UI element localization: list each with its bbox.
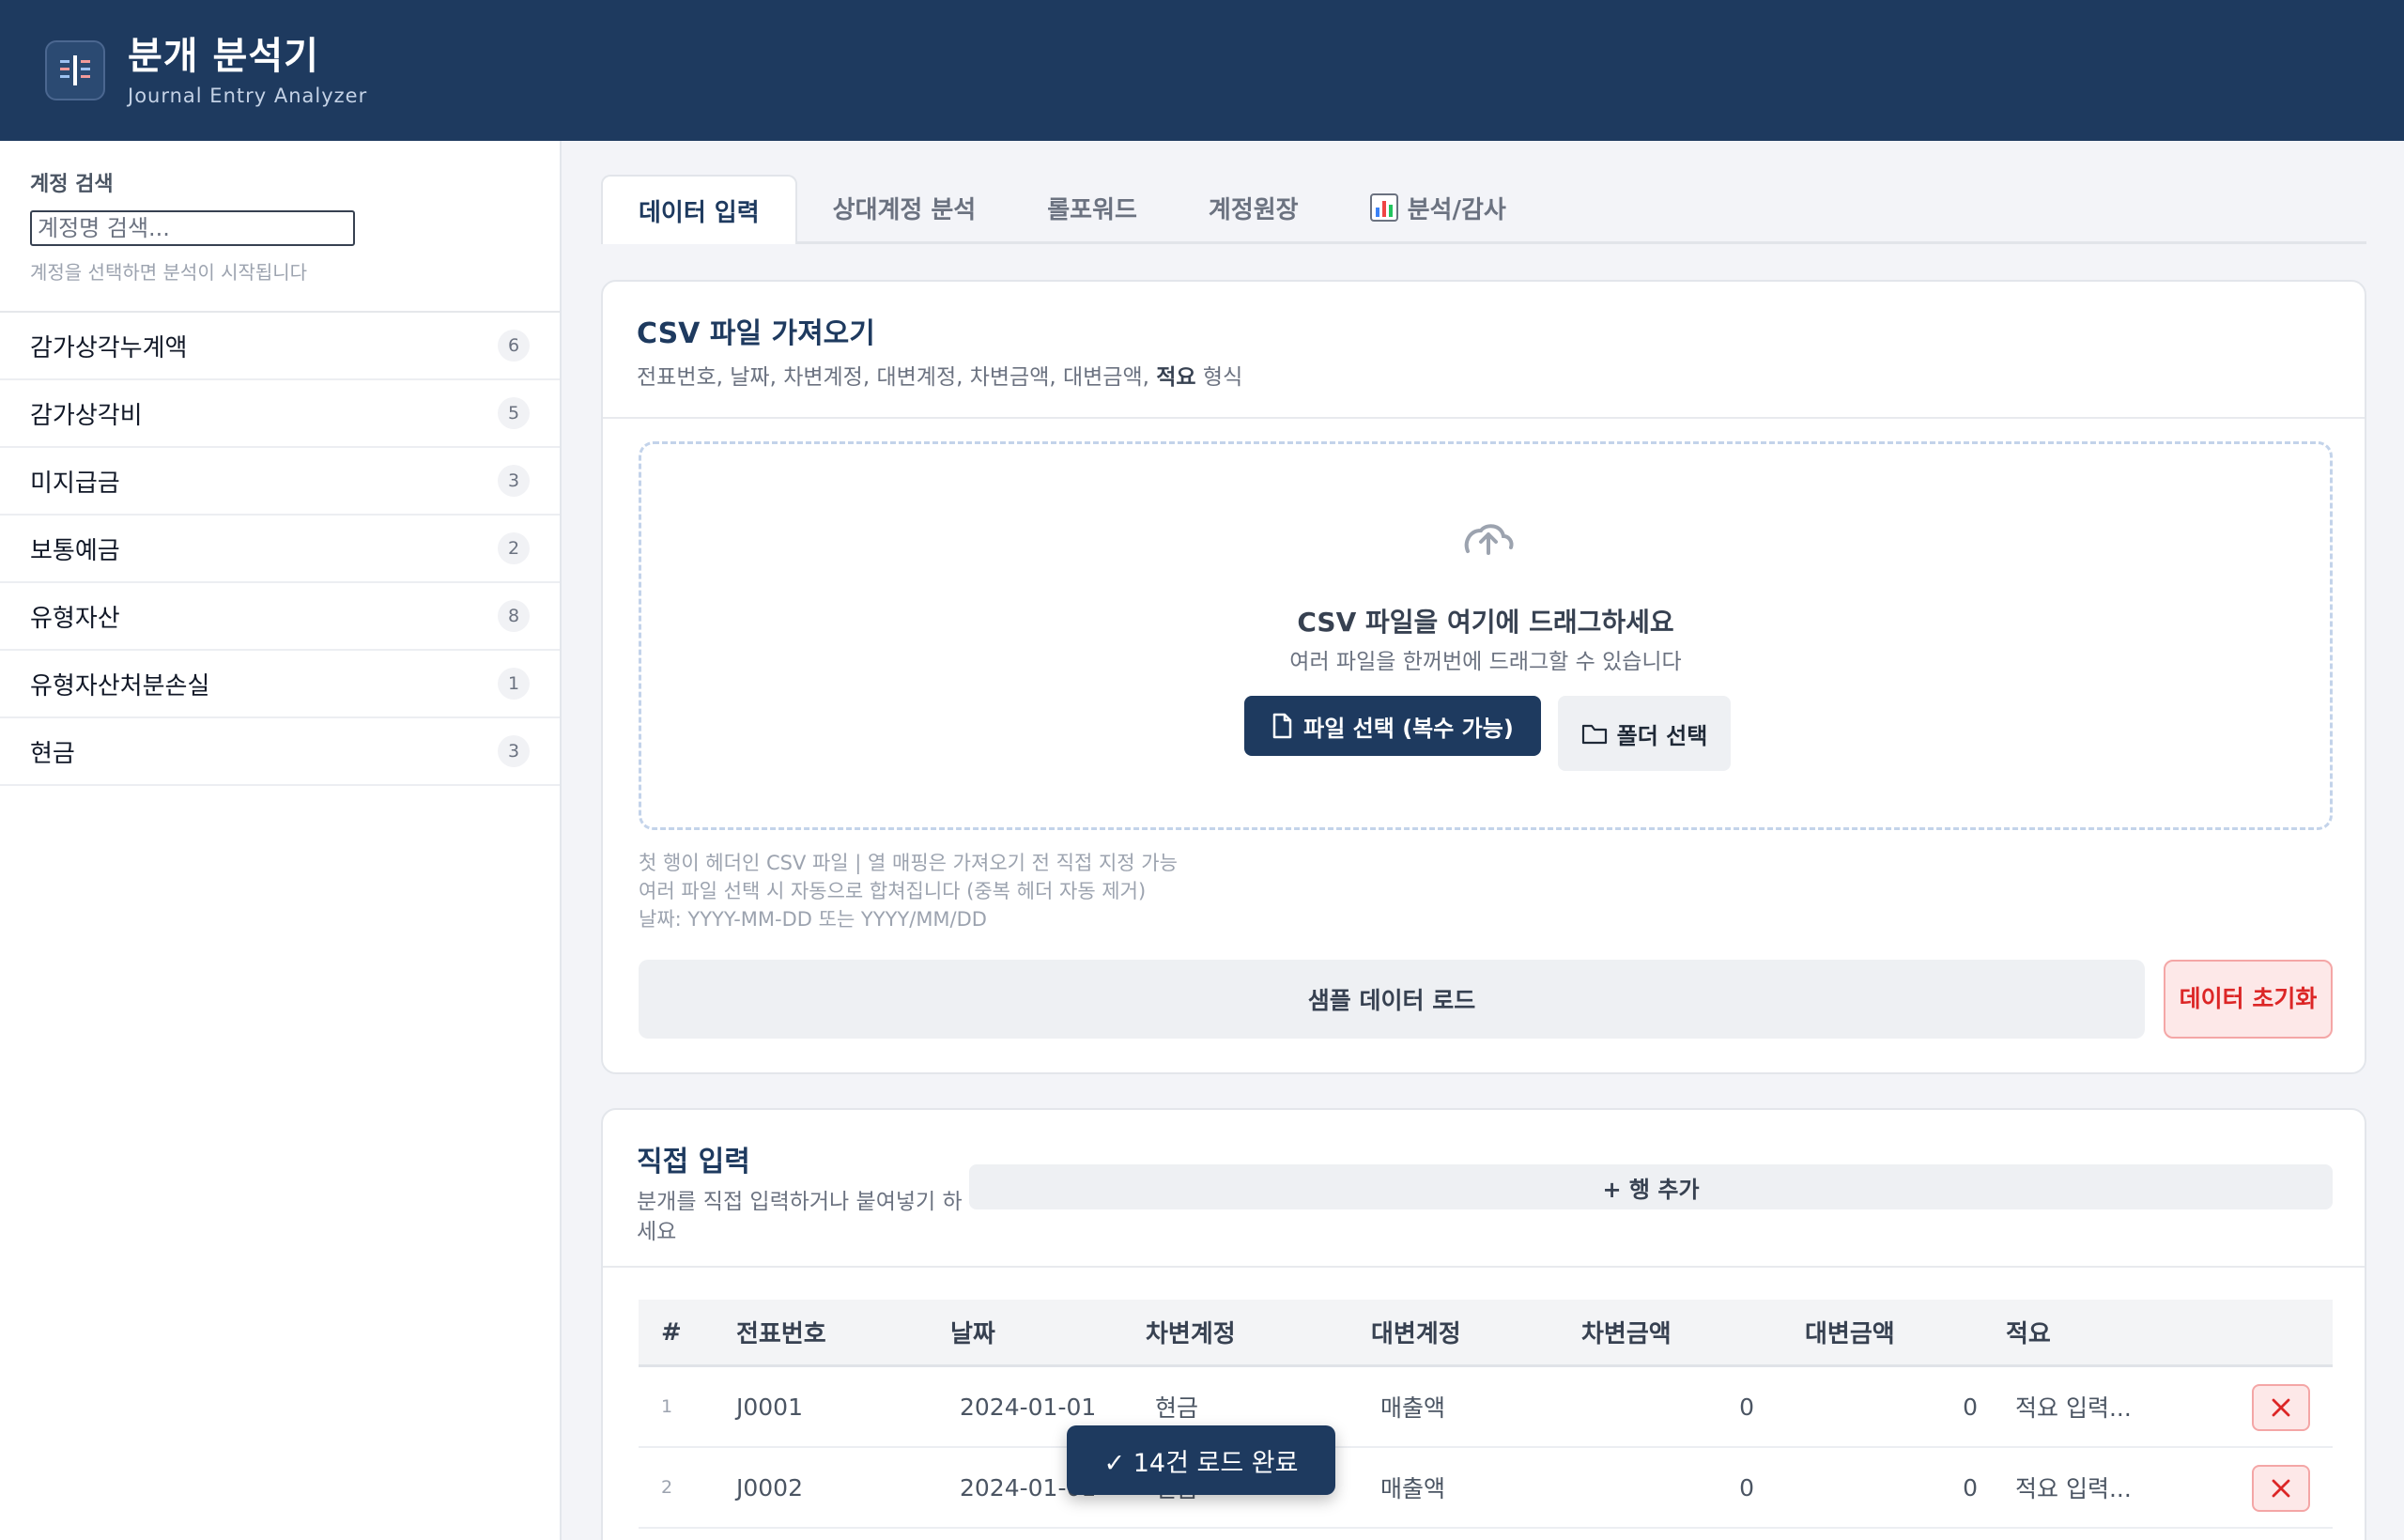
import-note: 여러 파일 선택 시 자동으로 합쳐집니다 (중복 헤더 자동 제거) — [639, 880, 1147, 902]
account-name: 감가상각누계액 — [30, 333, 188, 362]
voucher-cell[interactable]: J0002 — [727, 1474, 950, 1502]
bar-chart-icon — [1369, 193, 1398, 222]
csv-card-title: CSV 파일 가져오기 — [637, 317, 875, 350]
app-header: 분개 분석기 Journal Entry Analyzer — [0, 0, 2404, 141]
column-header: # — [661, 1317, 682, 1347]
memo-cell[interactable]: 적요 입력... — [2006, 1390, 2212, 1424]
account-name: 감가상각비 — [30, 401, 143, 430]
table-header: # 전표번호 날짜 차변계정 대변계정 차변금액 대변금액 적요 — [639, 1300, 2333, 1367]
account-item[interactable]: 현금 3 — [0, 718, 560, 786]
row-number: 2 — [661, 1477, 673, 1498]
tab-label: 데이터 입력 — [639, 198, 760, 227]
account-count-badge: 6 — [498, 330, 530, 362]
dropzone-title: CSV 파일을 여기에 드래그하세요 — [1297, 607, 1674, 638]
folder-icon — [1581, 724, 1607, 745]
row-number: 1 — [661, 1396, 673, 1417]
tab-label: 계정원장 — [1208, 195, 1299, 224]
account-name: 보통예금 — [30, 536, 120, 565]
account-item[interactable]: 보통예금 2 — [0, 516, 560, 583]
import-note: 날짜: YYYY-MM-DD 또는 YYYY/MM/DD — [639, 908, 987, 931]
cloud-upload-icon — [1464, 524, 1514, 555]
account-item[interactable]: 유형자산처분손실 1 — [0, 651, 560, 718]
account-item[interactable]: 유형자산 8 — [0, 583, 560, 651]
table-row: 2 J0002 2024-01-01 현금 매출액 0 0 적요 입력... — [639, 1448, 2333, 1529]
column-header: 전표번호 — [736, 1320, 826, 1348]
add-row-button[interactable]: + 행 추가 — [969, 1164, 2333, 1209]
account-count-badge: 3 — [498, 735, 530, 767]
account-name: 유형자산처분손실 — [30, 671, 210, 701]
tab-label: 분석/감사 — [1407, 195, 1506, 224]
date-cell[interactable]: 2024-01-01 — [950, 1394, 1146, 1421]
app-title: 분개 분석기 — [128, 35, 319, 78]
tab-counter-account-analysis[interactable]: 상대계정 분석 — [797, 174, 1012, 241]
search-heading: 계정 검색 — [30, 173, 114, 196]
column-header: 적요 — [2006, 1320, 2051, 1348]
debit-amount-cell[interactable]: 0 — [1559, 1394, 1782, 1421]
account-search-input[interactable] — [30, 210, 355, 246]
tab-label: 상대계정 분석 — [832, 195, 977, 224]
voucher-cell[interactable]: J0001 — [727, 1394, 950, 1421]
account-item[interactable]: 감가상각비 5 — [0, 380, 560, 448]
memo-cell[interactable]: 적요 입력... — [2006, 1471, 2212, 1504]
account-item[interactable]: 미지급금 3 — [0, 448, 560, 516]
account-item[interactable]: 감가상각누계액 6 — [0, 313, 560, 380]
file-icon — [1272, 713, 1292, 739]
account-count-badge: 5 — [498, 397, 530, 429]
account-name: 유형자산 — [30, 604, 120, 633]
dropzone-subtitle: 여러 파일을 한꺼번에 드래그할 수 있습니다 — [1289, 650, 1682, 674]
debit-account-cell[interactable]: 현금 — [1146, 1390, 1371, 1424]
column-header: 차변계정 — [1146, 1320, 1236, 1348]
app-logo — [45, 40, 105, 100]
column-header: 대변금액 — [1805, 1320, 1895, 1348]
select-folder-label: 폴더 선택 — [1616, 722, 1708, 749]
select-folder-button[interactable]: 폴더 선택 — [1558, 696, 1731, 771]
column-header: 날짜 — [950, 1320, 995, 1348]
account-name: 현금 — [30, 739, 75, 768]
import-notes: 첫 행이 헤더인 CSV 파일 | 열 매핑은 가져오기 전 직접 지정 가능 … — [639, 849, 1178, 933]
manual-entry-card: 직접 입력 분개를 직접 입력하거나 붙여넣기 하세요 + 행 추가 # 전표번… — [601, 1108, 2366, 1540]
delete-row-button[interactable] — [2252, 1384, 2310, 1431]
account-count-badge: 2 — [498, 532, 530, 564]
tab-ledger[interactable]: 계정원장 — [1173, 174, 1334, 241]
import-note: 첫 행이 헤더인 CSV 파일 | 열 매핑은 가져오기 전 직접 지정 가능 — [639, 852, 1178, 874]
column-header: 차변금액 — [1581, 1320, 1672, 1348]
account-count-badge: 3 — [498, 465, 530, 497]
csv-import-card: CSV 파일 가져오기 전표번호, 날짜, 차변계정, 대변계정, 차변금액, … — [601, 280, 2366, 1074]
account-count-badge: 1 — [498, 668, 530, 700]
credit-account-cell[interactable]: 매출액 — [1371, 1390, 1559, 1424]
credit-amount-cell[interactable]: 0 — [1782, 1394, 2006, 1421]
close-icon — [2272, 1398, 2290, 1417]
csv-dropzone[interactable]: CSV 파일을 여기에 드래그하세요 여러 파일을 한꺼번에 드래그할 수 있습… — [639, 441, 2333, 830]
csv-card-description: 전표번호, 날짜, 차변계정, 대변계정, 차변금액, 대변금액, 적요 형식 — [637, 365, 1243, 390]
manual-card-description: 분개를 직접 입력하거나 붙여넣기 하세요 — [637, 1190, 963, 1244]
account-name: 미지급금 — [30, 469, 120, 498]
account-search-section: 계정 검색 계정을 선택하면 분석이 시작됩니다 — [0, 141, 560, 313]
select-files-label: 파일 선택 (복수 가능) — [1303, 715, 1514, 742]
sidebar: 계정 검색 계정을 선택하면 분석이 시작됩니다 감가상각누계액 6 감가상각비… — [0, 141, 562, 1540]
credit-account-cell[interactable]: 매출액 — [1371, 1471, 1559, 1504]
delete-row-button[interactable] — [2252, 1465, 2310, 1512]
load-sample-data-button[interactable]: 샘플 데이터 로드 — [639, 960, 2145, 1039]
tab-analysis-audit[interactable]: 분석/감사 — [1334, 174, 1542, 241]
csv-card-header: CSV 파일 가져오기 전표번호, 날짜, 차변계정, 대변계정, 차변금액, … — [603, 282, 2365, 419]
app-subtitle: Journal Entry Analyzer — [128, 85, 368, 107]
reset-data-button[interactable]: 데이터 초기화 — [2164, 960, 2333, 1039]
credit-amount-cell[interactable]: 0 — [1782, 1474, 2006, 1502]
table-row: 1 J0001 2024-01-01 현금 매출액 0 0 적요 입력... — [639, 1367, 2333, 1448]
select-files-button[interactable]: 파일 선택 (복수 가능) — [1244, 696, 1541, 756]
search-hint: 계정을 선택하면 분석이 시작됩니다 — [30, 261, 308, 284]
main-tabs: 데이터 입력 상대계정 분석 롤포워드 계정원장 분석/감사 — [601, 174, 2366, 244]
tab-label: 롤포워드 — [1047, 195, 1137, 224]
account-count-badge: 8 — [498, 600, 530, 632]
column-header: 대변계정 — [1371, 1320, 1461, 1348]
debit-amount-cell[interactable]: 0 — [1559, 1474, 1782, 1502]
close-icon — [2272, 1479, 2290, 1498]
journal-logo-icon — [60, 55, 90, 85]
journal-entry-table: # 전표번호 날짜 차변계정 대변계정 차변금액 대변금액 적요 1 J0001… — [639, 1300, 2333, 1529]
tab-data-input[interactable]: 데이터 입력 — [601, 175, 797, 244]
tab-rollforward[interactable]: 롤포워드 — [1011, 174, 1173, 241]
toast-notification: ✓ 14건 로드 완료 — [1067, 1425, 1335, 1495]
